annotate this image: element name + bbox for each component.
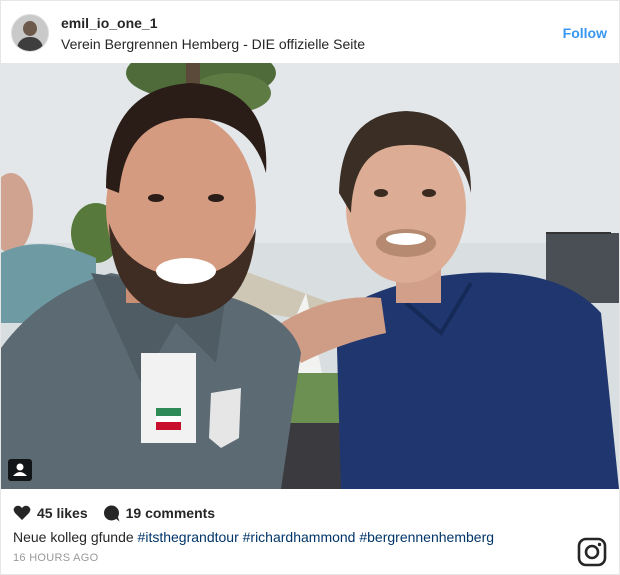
post-timestamp: 16 HOURS AGO (13, 552, 99, 564)
likes-count[interactable]: 45 likes (37, 505, 88, 521)
comment-icon[interactable] (103, 505, 120, 522)
photo-illustration (1, 63, 619, 489)
username[interactable]: emil_io_one_1 (61, 15, 158, 31)
hashtag-link[interactable]: #richardhammond (243, 529, 356, 545)
follow-button[interactable]: Follow (563, 25, 607, 41)
post-header: emil_io_one_1 Verein Bergrennen Hemberg … (1, 1, 619, 61)
post-photo[interactable] (1, 63, 619, 489)
heart-icon[interactable] (13, 505, 31, 521)
hashtag-link[interactable]: #bergrennenhemberg (359, 529, 494, 545)
user-tag-icon[interactable] (8, 459, 32, 481)
caption-text: Neue kolleg gfunde (13, 529, 134, 545)
post-actions: 45 likes 19 comments (13, 503, 215, 523)
avatar[interactable] (11, 14, 49, 52)
location-label[interactable]: Verein Bergrennen Hemberg - DIE offiziel… (61, 36, 365, 52)
post-caption: Neue kolleg gfunde #itsthegrandtour #ric… (13, 529, 494, 545)
comments-count[interactable]: 19 comments (126, 505, 215, 521)
instagram-logo-icon[interactable] (577, 537, 607, 567)
post-card: emil_io_one_1 Verein Bergrennen Hemberg … (0, 0, 620, 575)
hashtag-link[interactable]: #itsthegrandtour (138, 529, 239, 545)
